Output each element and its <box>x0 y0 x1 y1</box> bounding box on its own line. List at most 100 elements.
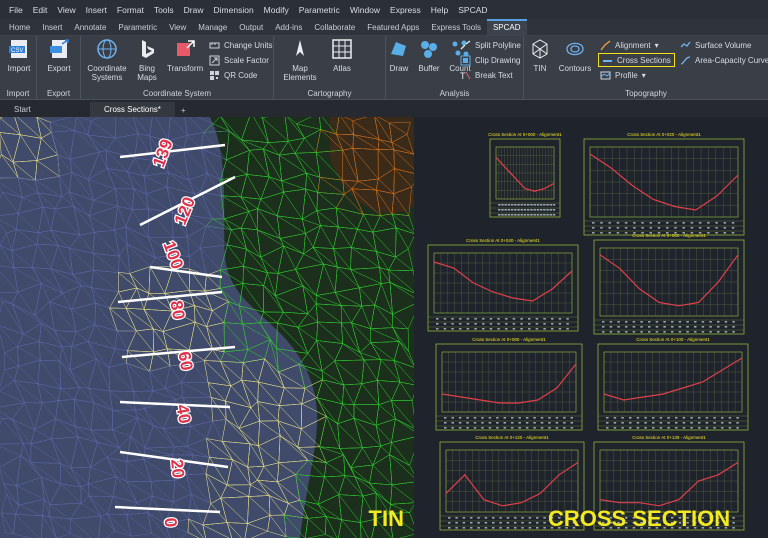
station-label: 60 <box>174 350 196 372</box>
tab-parametric[interactable]: Parametric <box>112 21 163 35</box>
alignment-icon <box>600 39 611 50</box>
menu-item-insert[interactable]: Insert <box>81 5 112 15</box>
profile-icon <box>600 71 611 79</box>
cross-sections-button[interactable]: Cross Sections <box>598 53 675 67</box>
coordinate-systems-button[interactable]: Coordinate Systems <box>85 38 129 82</box>
cross-section-title: Cross Section At 0+040 - Alignment1 <box>466 238 540 243</box>
cross-section-sheet: Cross Section At 0+060 - Alignment1 <box>593 233 745 335</box>
station-label: 0 <box>161 517 181 528</box>
cross-section-title: Cross Section At 0+080 - Alignment1 <box>472 337 546 342</box>
tab-spcad[interactable]: SPCAD <box>486 19 527 35</box>
break-text-label: Break Text <box>475 70 513 80</box>
menu-item-view[interactable]: View <box>52 5 80 15</box>
change-units-button[interactable]: Change Units <box>209 38 272 52</box>
split-polyline-button[interactable]: Split Polyline <box>460 38 521 52</box>
alignment-button[interactable]: Alignment ▾ <box>600 38 659 52</box>
area-capacity-label: Area-Capacity Curve <box>695 55 768 65</box>
tab-featured-apps[interactable]: Featured Apps <box>361 21 425 35</box>
scale-icon <box>209 55 220 65</box>
menu-item-format[interactable]: Format <box>112 5 149 15</box>
atlas-button[interactable]: Atlas <box>328 38 356 73</box>
panel-import: CSV Import Import <box>0 36 37 100</box>
bing-logo-icon <box>142 40 154 58</box>
tin-label: TIN <box>533 64 547 73</box>
cross-section-title: Cross Section At 0+139 - Alignment1 <box>632 435 706 440</box>
ribbon-tabs: Home Insert Annotate Parametric View Manage Ou… <box>0 19 768 36</box>
area-capacity-icon <box>680 55 691 65</box>
clip-drawing-label: Clip Drawing <box>475 55 521 65</box>
panel-title-topography: Topography <box>625 89 667 98</box>
split-icon <box>460 39 471 49</box>
qr-code-button[interactable]: QR Code <box>209 68 257 82</box>
svg-text:CSV: CSV <box>11 48 23 54</box>
menu-item-modify[interactable]: Modify <box>259 5 294 15</box>
tab-start[interactable]: Start <box>0 102 90 117</box>
scale-factor-button[interactable]: Scale Factor <box>209 53 269 67</box>
document-tabs: Start Cross Sections* + <box>0 100 768 117</box>
tab-collaborate[interactable]: Collaborate <box>308 21 361 35</box>
chevron-down-icon: ▾ <box>654 40 659 50</box>
area-capacity-curve-button[interactable]: Area-Capacity Curve <box>680 53 768 67</box>
panel-title-cartography: Cartography <box>307 89 352 98</box>
cross-section-icon <box>603 59 612 62</box>
tab-add-ins[interactable]: Add-ins <box>269 21 308 35</box>
tin-mesh-icon <box>532 39 548 59</box>
cross-section-sheets: Cross Section At 0+000 - Alignment1 Cross… <box>427 132 749 531</box>
tab-view[interactable]: View <box>163 21 192 35</box>
clip-drawing-button[interactable]: Clip Drawing <box>460 53 520 67</box>
tin-caption: TIN <box>368 506 404 531</box>
menu-item-draw[interactable]: Draw <box>179 5 209 15</box>
cross-section-caption: CROSS SECTION <box>548 506 731 531</box>
draw-button[interactable]: Draw <box>386 38 412 73</box>
tab-cross-sections[interactable]: Cross Sections* <box>90 102 175 117</box>
surface-volume-label: Surface Volume <box>695 40 752 50</box>
panel-title-coordinate-system: Coordinate System <box>142 89 212 98</box>
grid-icon <box>332 39 352 59</box>
tab-annotate[interactable]: Annotate <box>68 21 112 35</box>
menu-item-tools[interactable]: Tools <box>149 5 179 15</box>
draw-shape-icon <box>391 42 406 56</box>
tab-express-tools[interactable]: Express Tools <box>425 21 487 35</box>
qr-code-label: QR Code <box>224 70 258 80</box>
menu-bar: File Edit View Insert Format Tools Draw Dimensi… <box>0 0 768 19</box>
cross-section-title: Cross Section At 0+100 - Alignment1 <box>636 337 710 342</box>
chevron-down-icon: ▾ <box>641 70 646 80</box>
menu-item-express[interactable]: Express <box>385 5 426 15</box>
menu-item-edit[interactable]: Edit <box>28 5 53 15</box>
import-label: Import <box>7 64 31 73</box>
tab-insert[interactable]: Insert <box>36 21 68 35</box>
tin-viewport[interactable]: 139 120 100 80 60 40 20 0 TIN <box>0 117 414 538</box>
new-tab-button[interactable]: + <box>175 104 192 117</box>
cross-section-viewport[interactable]: Cross Section At 0+000 - Alignment1 Cross… <box>414 117 768 538</box>
transform-button[interactable]: Transform <box>167 38 203 73</box>
tab-manage[interactable]: Manage <box>192 21 233 35</box>
buffer-button[interactable]: Buffer <box>414 38 444 73</box>
menu-item-help[interactable]: Help <box>426 5 453 15</box>
menu-item-dimension[interactable]: Dimension <box>209 5 259 15</box>
contours-button[interactable]: Contours <box>556 38 594 73</box>
export-button[interactable]: Export <box>45 38 73 73</box>
menu-item-parametric[interactable]: Parametric <box>294 5 345 15</box>
profile-button[interactable]: Profile ▾ <box>600 68 646 82</box>
tin-button[interactable]: TIN <box>526 38 554 73</box>
break-text-button[interactable]: T Break Text <box>460 68 513 82</box>
tab-home[interactable]: Home <box>3 21 36 35</box>
panel-coordinate-system: Coordinate Systems Bing Maps Transform C… <box>81 36 274 100</box>
export-label: Export <box>47 64 71 73</box>
export-file-icon <box>50 39 69 58</box>
bing-maps-button[interactable]: Bing Maps <box>133 38 161 82</box>
break-text-icon: T <box>460 71 471 81</box>
surface-volume-button[interactable]: Surface Volume <box>680 38 751 52</box>
ribbon: CSV Import Import Export Export Coordina… <box>0 36 768 100</box>
menu-item-window[interactable]: Window <box>345 5 385 15</box>
map-elements-button[interactable]: Map Elements <box>278 38 322 82</box>
tab-output[interactable]: Output <box>233 21 269 35</box>
buffer-label: Buffer <box>418 64 440 73</box>
menu-item-file[interactable]: File <box>4 5 28 15</box>
map-elements-label: Map Elements <box>283 64 317 82</box>
import-button[interactable]: CSV Import <box>5 38 33 73</box>
menu-item-spcad[interactable]: SPCAD <box>453 5 492 15</box>
clip-icon <box>460 55 471 65</box>
qr-code-icon <box>210 70 219 80</box>
cross-section-sheet: Cross Section At 0+080 - Alignment1 <box>435 337 583 431</box>
